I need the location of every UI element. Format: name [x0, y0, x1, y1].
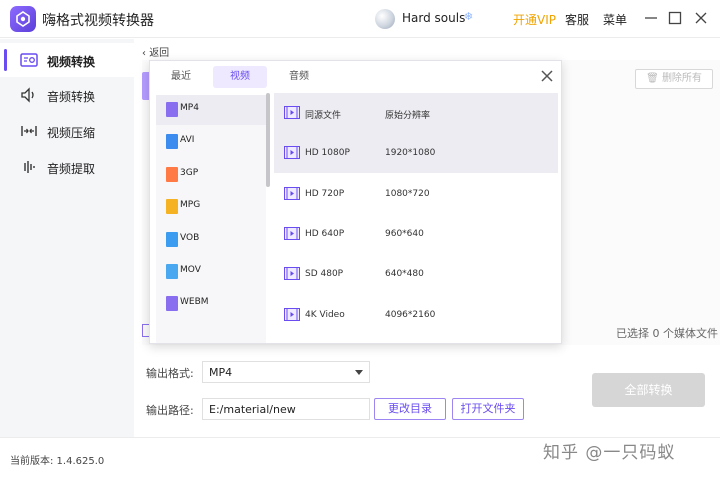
format-item-mpg[interactable]: MPG: [156, 192, 266, 222]
video-convert-icon: [20, 53, 38, 67]
close-icon[interactable]: [692, 9, 710, 27]
video-compress-icon: [21, 126, 37, 136]
chevron-down-icon: [355, 370, 363, 375]
user-avatar[interactable]: [375, 9, 395, 29]
maximize-icon[interactable]: [666, 9, 684, 27]
resolution-item[interactable]: 4K Video 4096*2160: [274, 295, 558, 335]
resolution-item[interactable]: HD 1080P 1920*1080: [274, 133, 558, 173]
sidebar-item-label: 音频转换: [47, 90, 96, 104]
format-label: MPG: [180, 200, 201, 210]
resolution-name: HD 640P: [305, 229, 345, 239]
open-folder-button[interactable]: 打开文件夹: [452, 398, 524, 420]
resolution-size: 960*640: [385, 229, 424, 239]
video-file-icon: [284, 146, 300, 159]
file-icon: [166, 134, 178, 149]
format-item-avi[interactable]: AVI: [156, 127, 266, 157]
format-item-webm[interactable]: WEBM: [156, 289, 266, 319]
resolution-name: SD 480P: [305, 269, 344, 279]
resolution-name: 同源文件: [305, 111, 342, 121]
resolution-item[interactable]: SD 480P 640*480: [274, 254, 558, 294]
resolution-list: 同源文件 原始分辨率 HD 1080P 1920*1080 HD 720P 10…: [274, 93, 558, 343]
app-title: 嗨格式视频转换器: [42, 13, 154, 29]
format-item-mp4[interactable]: MP4: [156, 95, 266, 125]
sidebar-item-audio-extract[interactable]: 音频提取: [0, 150, 134, 184]
resolution-name: HD 1080P: [305, 148, 350, 158]
format-label: AVI: [180, 135, 195, 145]
video-file-icon: [284, 227, 300, 240]
output-format-value: MP4: [209, 366, 233, 379]
audio-extract-icon: [24, 161, 35, 173]
title-bar: 嗨格式视频转换器 Hard souls ❄ 开通VIP 客服 菜单: [0, 0, 720, 38]
resolution-name: HD 720P: [305, 189, 345, 199]
output-format-select[interactable]: MP4: [202, 361, 370, 383]
sidebar-item-label: 视频压缩: [47, 126, 96, 140]
audio-convert-icon: [21, 87, 34, 103]
output-path-label: 输出路径:: [146, 404, 194, 417]
minimize-icon[interactable]: [642, 9, 660, 27]
sidebar-item-video-compress[interactable]: 视频压缩: [0, 114, 134, 148]
format-list-scrollbar[interactable]: [266, 93, 270, 187]
video-file-icon: [284, 267, 300, 280]
back-link[interactable]: ‹ 返回: [142, 44, 169, 59]
format-item-mov[interactable]: MOV: [156, 257, 266, 287]
file-icon: [166, 167, 178, 182]
sidebar-item-video-convert[interactable]: 视频转换: [0, 43, 134, 77]
tab-audio[interactable]: 音频: [280, 66, 318, 88]
popup-close-icon[interactable]: [540, 69, 554, 83]
output-path-input[interactable]: [202, 398, 370, 420]
file-icon: [166, 102, 178, 117]
version-text: 当前版本: 1.4.625.0: [10, 456, 105, 467]
sidebar: 视频转换 音频转换 视频压缩 音频提取: [0, 39, 134, 437]
format-item-3gp[interactable]: 3GP: [156, 160, 266, 190]
customer-service-button[interactable]: 客服: [565, 11, 589, 28]
delete-all-button[interactable]: 🗑 删除所有: [635, 69, 713, 89]
resolution-item[interactable]: HD 640P 960*640: [274, 214, 558, 254]
video-file-icon: [284, 106, 300, 119]
username[interactable]: Hard souls: [402, 11, 465, 25]
resolution-item[interactable]: 同源文件 原始分辨率: [274, 93, 558, 133]
sidebar-item-label: 视频转换: [47, 55, 96, 69]
format-label: 3GP: [180, 168, 199, 178]
format-label: WEBM: [180, 297, 209, 307]
resolution-size: 1920*1080: [385, 148, 436, 158]
file-icon: [166, 264, 178, 279]
format-label: MP4: [180, 103, 199, 113]
convert-all-button[interactable]: 全部转换: [592, 373, 705, 407]
format-label: MOV: [180, 265, 201, 275]
delete-all-label: 删除所有: [661, 73, 702, 84]
format-list: MP4 AVI 3GP MPG VOB MOV WEBM: [156, 95, 266, 343]
video-file-icon: [284, 187, 300, 200]
snowflake-icon: ❄: [464, 10, 474, 23]
resolution-size: 1080*720: [385, 189, 430, 199]
sidebar-item-label: 音频提取: [47, 162, 96, 176]
app-logo-icon: [10, 6, 36, 32]
resolution-name: 4K Video: [305, 310, 345, 320]
format-item-vob[interactable]: VOB: [156, 225, 266, 255]
resolution-item[interactable]: HD 720P 1080*720: [274, 174, 558, 214]
resolution-size: 4096*2160: [385, 310, 436, 320]
open-vip-button[interactable]: 开通VIP: [513, 11, 556, 28]
sidebar-item-audio-convert[interactable]: 音频转换: [0, 78, 134, 112]
file-icon: [166, 199, 178, 214]
output-format-label: 输出格式:: [146, 367, 194, 380]
video-file-icon: [284, 308, 300, 321]
back-label: 返回: [149, 48, 170, 59]
format-popup: 最近 视频 音频 MP4 AVI 3GP MPG VOB MOV WEBM 同源…: [149, 60, 562, 344]
format-label: VOB: [180, 233, 200, 243]
watermark: 知乎 @一只码蚁: [543, 443, 676, 463]
file-icon: [166, 296, 178, 311]
selected-count-text: 已选择 0 个媒体文件: [616, 327, 718, 340]
resolution-size: 原始分辨率: [385, 111, 431, 121]
menu-button[interactable]: 菜单: [603, 11, 627, 28]
tab-video[interactable]: 视频: [213, 66, 267, 88]
tab-recent[interactable]: 最近: [162, 66, 200, 88]
file-icon: [166, 232, 178, 247]
resolution-size: 640*480: [385, 269, 424, 279]
change-directory-button[interactable]: 更改目录: [374, 398, 446, 420]
